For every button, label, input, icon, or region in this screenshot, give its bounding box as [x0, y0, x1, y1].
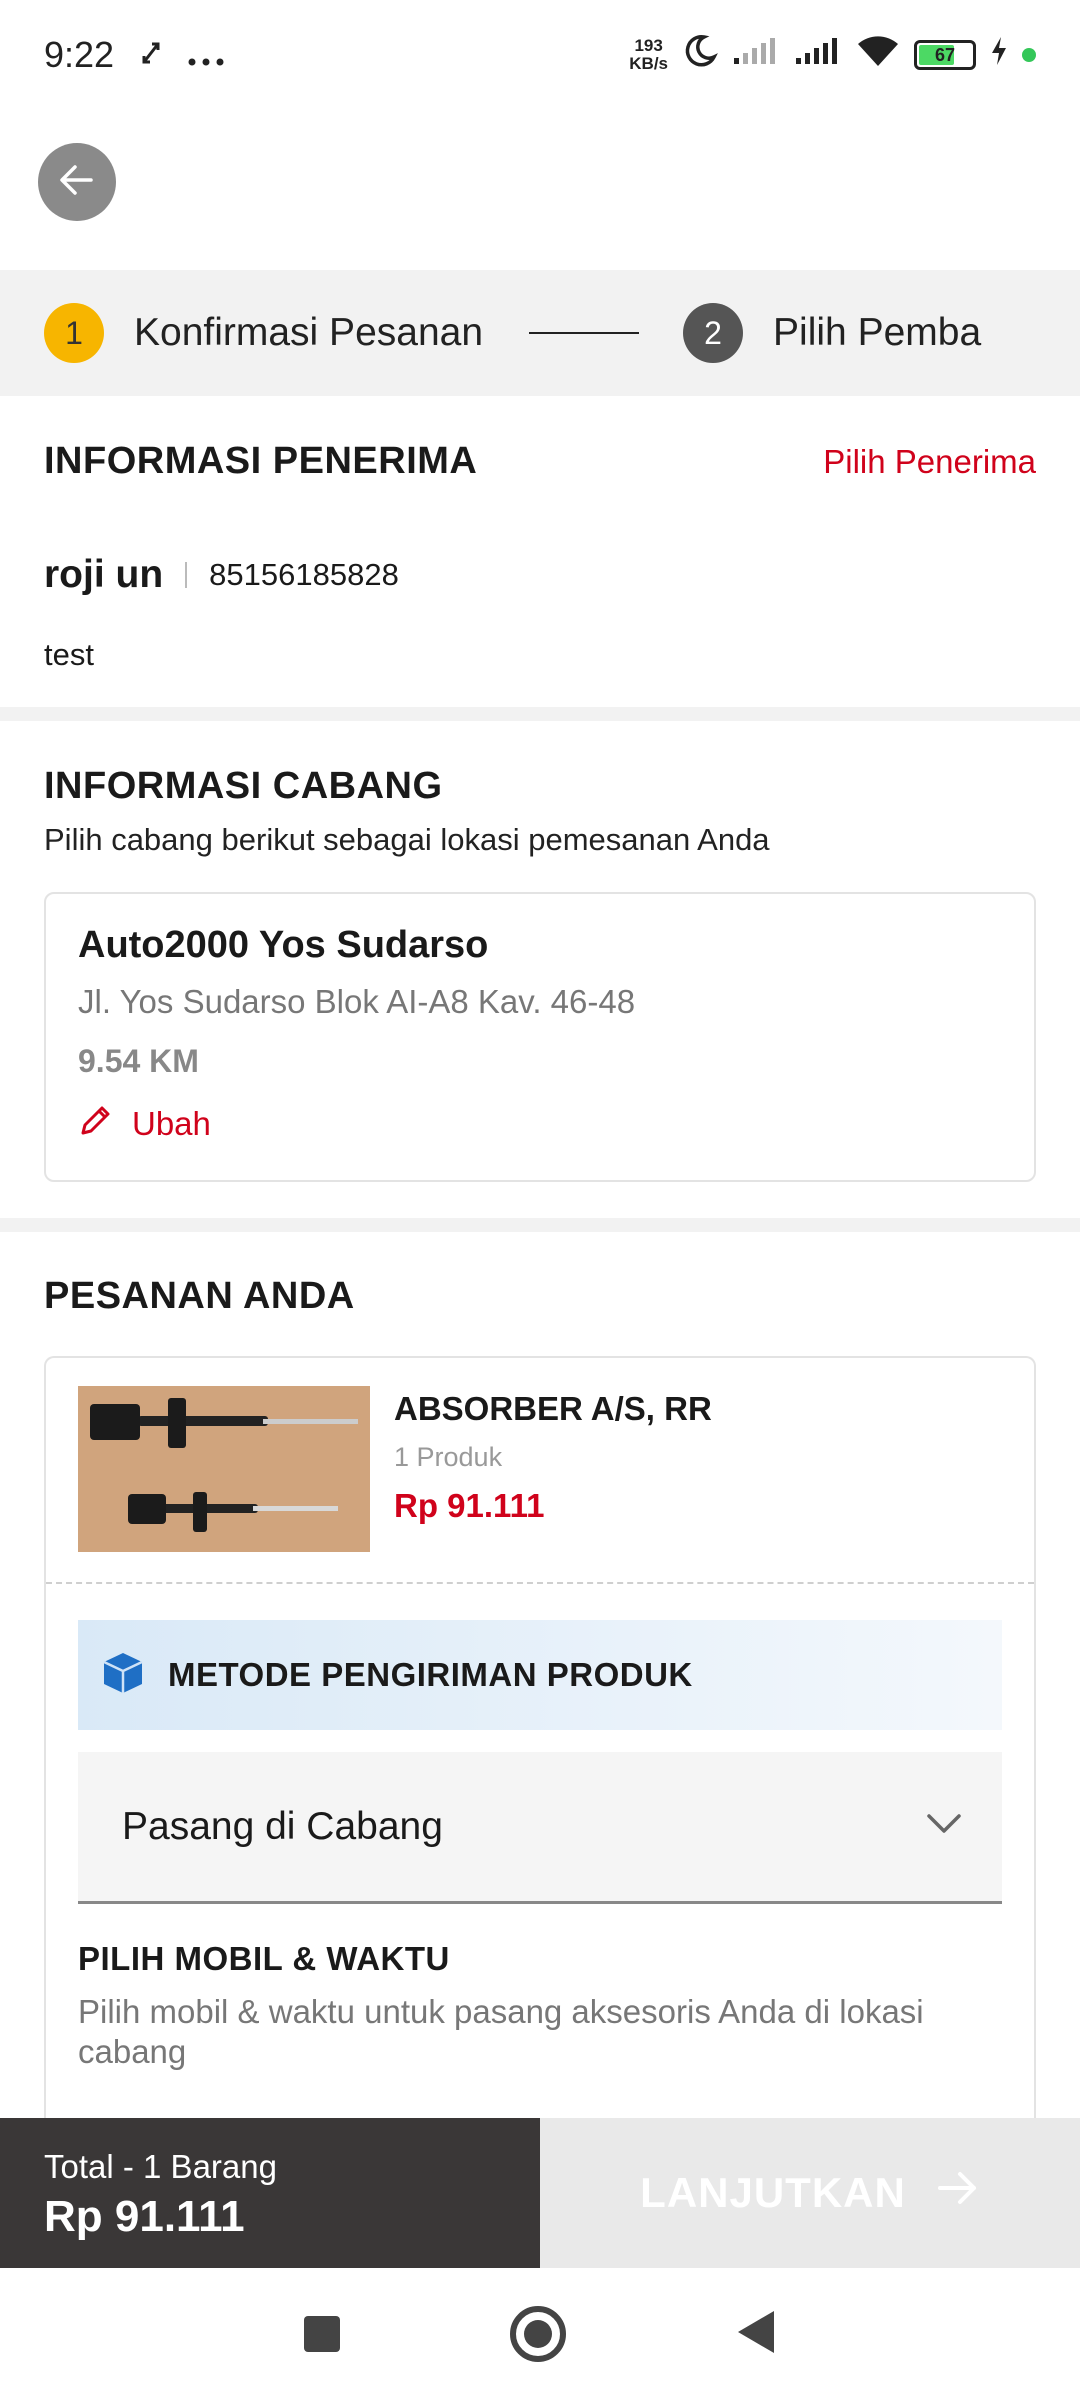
separator — [185, 562, 188, 588]
section-divider — [0, 1218, 1080, 1232]
wifi-icon — [856, 34, 900, 77]
step-2-number: 2 — [683, 303, 744, 363]
total-label: Total - 1 Barang — [44, 2148, 277, 2185]
step-1-number: 1 — [44, 303, 104, 363]
product-image — [78, 1386, 370, 1552]
pick-car-time-title: PILIH MOBIL & WAKTU — [78, 1940, 450, 1977]
branch-address: Jl. Yos Sudarso Blok AI-A8 Kav. 46-48 — [78, 983, 636, 1020]
receiver-phone: 85156185828 — [209, 557, 399, 592]
section-divider — [0, 707, 1080, 721]
product-price: Rp 91.111 — [394, 1487, 545, 1524]
order-card: ABSORBER A/S, RR 1 Produk Rp 91.111 METO… — [44, 1356, 1036, 2156]
chevron-down-icon — [926, 1813, 962, 1840]
branch-card: Auto2000 Yos Sudarso Jl. Yos Sudarso Blo… — [44, 892, 1036, 1182]
more-icon — [188, 36, 224, 75]
charging-icon — [990, 36, 1008, 75]
step-1-label: Konfirmasi Pesanan — [134, 311, 484, 354]
product-item[interactable]: ABSORBER A/S, RR 1 Produk Rp 91.111 — [46, 1386, 1034, 1584]
back-nav-button[interactable] — [736, 2309, 776, 2360]
product-name: ABSORBER A/S, RR — [394, 1390, 712, 1427]
status-dot — [1022, 48, 1036, 62]
moon-icon — [682, 33, 718, 78]
shipping-method-select[interactable]: Pasang di Cabang — [78, 1752, 1002, 1904]
checkout-footer: Total - 1 Barang Rp 91.111 LANJUTKAN — [0, 2118, 1080, 2268]
arrow-left-icon — [57, 160, 97, 205]
receiver-section: INFORMASI PENERIMA Pilih Penerima roji u… — [44, 440, 1036, 673]
arrow-right-icon — [936, 2168, 980, 2218]
step-2-label: Pilih Pemba — [773, 311, 982, 354]
edit-branch-button[interactable]: Ubah — [78, 1102, 1002, 1146]
shipping-method-value: Pasang di Cabang — [122, 1804, 443, 1848]
home-button[interactable] — [510, 2306, 566, 2362]
pick-car-time-description: Pilih mobil & waktu untuk pasang aksesor… — [78, 1993, 924, 2070]
receiver-note: test — [44, 637, 94, 672]
continue-label: LANJUTKAN — [640, 2169, 906, 2216]
receiver-name: roji un — [44, 553, 164, 596]
status-bar: 9:22 193 KB/s 67 — [0, 0, 1080, 110]
choose-receiver-link[interactable]: Pilih Penerima — [823, 443, 1036, 481]
branch-name: Auto2000 Yos Sudarso — [78, 924, 489, 966]
edit-branch-label: Ubah — [132, 1105, 211, 1142]
order-title: PESANAN ANDA — [44, 1275, 355, 1317]
receiver-title: INFORMASI PENERIMA — [44, 440, 478, 482]
system-nav-bar — [0, 2268, 1080, 2400]
shipping-method-title: METODE PENGIRIMAN PRODUK — [168, 1656, 693, 1693]
branch-distance: 9.54 KM — [78, 1043, 199, 1079]
signal-icon — [732, 36, 780, 75]
total-value: Rp 91.111 — [44, 2192, 245, 2241]
pencil-icon — [78, 1102, 114, 1146]
branch-title: INFORMASI CABANG — [44, 765, 443, 807]
branch-section: INFORMASI CABANG Pilih cabang berikut se… — [44, 765, 1036, 1182]
battery-icon: 67 — [914, 40, 976, 70]
signal-icon — [794, 36, 842, 75]
back-button[interactable] — [38, 143, 116, 221]
pick-car-time: PILIH MOBIL & WAKTU Pilih mobil & waktu … — [78, 1940, 1002, 2072]
order-section: PESANAN ANDA ABSORBER A/S, RR 1 Produk R… — [44, 1275, 1036, 2156]
rotate-icon — [140, 36, 162, 75]
continue-button[interactable]: LANJUTKAN — [540, 2118, 1080, 2268]
order-total: Total - 1 Barang Rp 91.111 — [0, 2118, 540, 2268]
status-time: 9:22 — [44, 34, 115, 75]
checkout-stepper: 1 Konfirmasi Pesanan 2 Pilih Pemba — [0, 270, 1080, 396]
product-quantity: 1 Produk — [394, 1442, 503, 1472]
network-speed: 193 KB/s — [629, 36, 668, 73]
recent-apps-button[interactable] — [304, 2316, 340, 2352]
branch-subtitle: Pilih cabang berikut sebagai lokasi peme… — [44, 822, 770, 857]
package-icon — [100, 1650, 146, 1701]
shipping-method-header: METODE PENGIRIMAN PRODUK — [78, 1620, 1002, 1730]
step-connector — [529, 332, 640, 334]
